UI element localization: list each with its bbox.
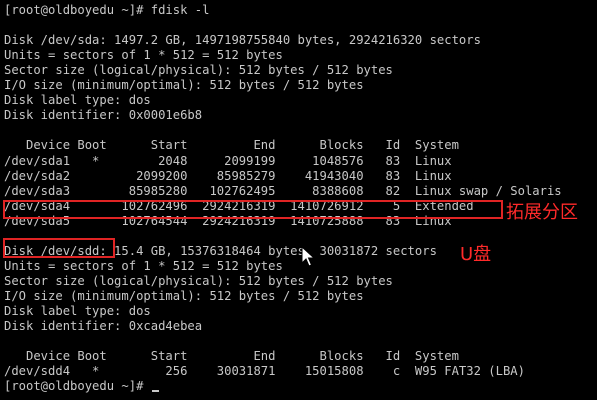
terminal-line: [root@oldboyedu ~]# fdisk -l xyxy=(4,3,210,17)
terminal-line: Units = sectors of 1 * 512 = 512 bytes xyxy=(4,48,283,63)
shell-prompt-line: [root@oldboyedu ~]# xyxy=(4,379,159,394)
usb-disk-annotation: U盘 xyxy=(460,244,492,265)
terminal-line: Disk identifier: 0x0001e6b8 xyxy=(4,108,203,123)
extended-partition-highlight xyxy=(3,200,503,219)
terminal-line: Device Boot Start End Blocks Id System xyxy=(4,138,459,153)
terminal-line: I/O size (minimum/optimal): 512 bytes / … xyxy=(4,288,364,303)
usb-disk-highlight xyxy=(3,238,115,258)
extended-partition-annotation: 拓展分区 xyxy=(506,202,578,223)
terminal-line: Sector size (logical/physical): 512 byte… xyxy=(4,273,393,288)
terminal-line: Sector size (logical/physical): 512 byte… xyxy=(4,63,393,78)
terminal-line: I/O size (minimum/optimal): 512 bytes / … xyxy=(4,78,364,93)
terminal-line: Disk label type: dos xyxy=(4,93,151,108)
terminal-line: Device Boot Start End Blocks Id System xyxy=(4,349,459,364)
mouse-pointer-icon xyxy=(301,246,315,267)
terminal-line: Disk identifier: 0xcad4ebea xyxy=(4,319,203,334)
terminal-line: /dev/sda1 * 2048 2099199 1048576 83 Linu… xyxy=(4,153,452,168)
terminal-line: /dev/sdd4 * 256 30031871 15015808 c W95 … xyxy=(4,364,525,379)
text-cursor xyxy=(151,390,159,393)
terminal-line: Disk /dev/sda: 1497.2 GB, 1497198755840 … xyxy=(4,33,481,48)
terminal-line: Units = sectors of 1 * 512 = 512 bytes xyxy=(4,258,283,273)
terminal-line: Disk label type: dos xyxy=(4,304,151,318)
terminal-line: /dev/sda2 2099200 85985279 41943040 83 L… xyxy=(4,168,452,183)
terminal-line: /dev/sda3 85985280 102762495 8388608 82 … xyxy=(4,183,562,198)
